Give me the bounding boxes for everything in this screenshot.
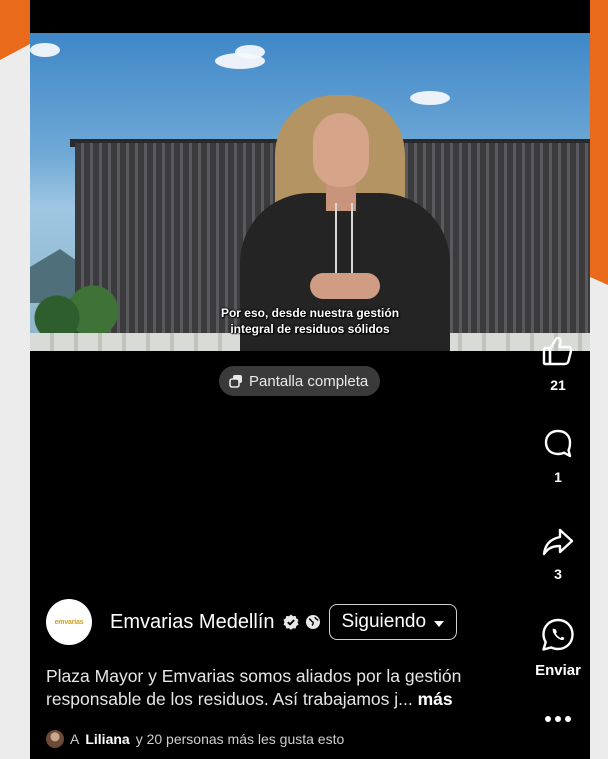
- cloud: [30, 43, 60, 57]
- video-player[interactable]: Por eso, desde nuestra gestión integral …: [30, 33, 590, 351]
- presenter-hands: [310, 273, 380, 299]
- comment-icon: [543, 429, 573, 464]
- cloud: [410, 91, 450, 105]
- liker-avatar: [46, 730, 64, 748]
- send-label: Enviar: [535, 662, 581, 679]
- liker-name: Liliana: [85, 731, 130, 747]
- likes-prefix: A: [70, 731, 80, 747]
- subtitle-line-1: Por eso, desde nuestra gestión: [220, 306, 400, 320]
- following-label: Siguiendo: [341, 611, 427, 632]
- presenter-face: [313, 113, 369, 187]
- account-name[interactable]: Emvarias Medellín: [110, 611, 275, 634]
- likes-summary[interactable]: A Liliana y 20 personas más les gusta es…: [46, 730, 344, 748]
- following-button[interactable]: Siguiendo: [328, 604, 458, 640]
- see-more-link[interactable]: más: [418, 689, 453, 709]
- description-text: Plaza Mayor y Emvarias somos aliados por…: [46, 666, 462, 709]
- caret-down-icon: [434, 611, 445, 633]
- video-subtitle: Por eso, desde nuestra gestión integral …: [30, 305, 590, 337]
- like-button[interactable]: 21: [530, 334, 586, 393]
- post-description: Plaza Mayor y Emvarias somos aliados por…: [46, 665, 526, 711]
- avatar-logo-text: emvarias: [54, 618, 84, 626]
- fullscreen-label: Pantalla completa: [249, 372, 369, 390]
- cloud: [235, 45, 265, 59]
- comment-count: 1: [554, 469, 562, 485]
- post-author-row: emvarias Emvarias Medellín Siguiendo: [46, 599, 458, 645]
- account-avatar[interactable]: emvarias: [46, 599, 92, 645]
- share-arrow-icon: [542, 528, 574, 561]
- globe-icon: [305, 614, 321, 630]
- share-count: 3: [554, 566, 562, 582]
- send-button[interactable]: Enviar: [530, 617, 586, 679]
- share-button[interactable]: 3: [530, 527, 586, 582]
- like-count: 21: [550, 377, 566, 393]
- verified-badge-icon: [283, 614, 299, 630]
- reel-viewer: Por eso, desde nuestra gestión integral …: [30, 0, 590, 759]
- fullscreen-icon: [229, 374, 243, 388]
- more-options-button[interactable]: [530, 712, 586, 730]
- more-dots-icon: [542, 712, 574, 729]
- comment-button[interactable]: 1: [530, 428, 586, 485]
- subtitle-line-2: integral de residuos sólidos: [230, 322, 390, 336]
- thumbs-up-icon: [541, 336, 575, 372]
- whatsapp-icon: [540, 618, 576, 657]
- likes-suffix: y 20 personas más les gusta esto: [135, 731, 345, 747]
- fullscreen-button[interactable]: Pantalla completa: [219, 366, 381, 396]
